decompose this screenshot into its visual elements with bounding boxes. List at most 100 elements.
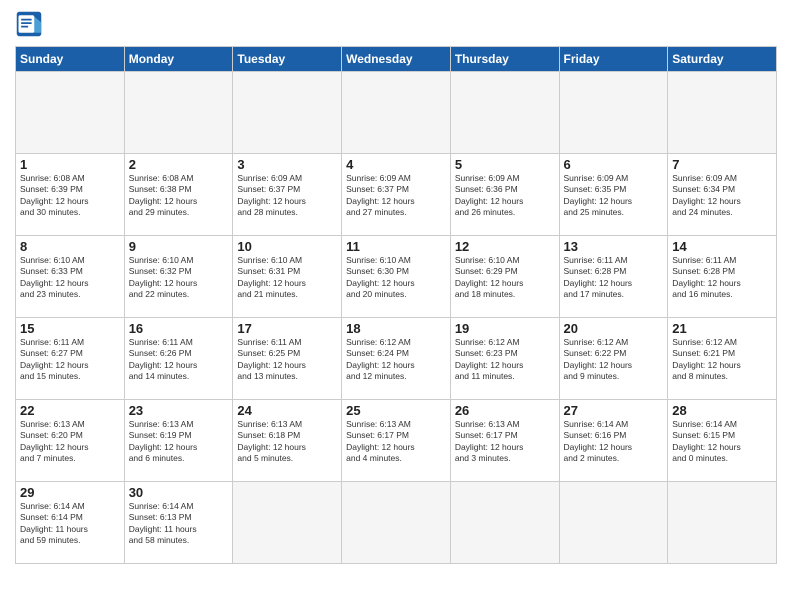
day-number: 29	[20, 485, 120, 500]
day-info: Sunrise: 6:13 AM Sunset: 6:17 PM Dayligh…	[346, 419, 446, 465]
day-cell	[233, 72, 342, 154]
day-cell: 30Sunrise: 6:14 AM Sunset: 6:13 PM Dayli…	[124, 482, 233, 564]
day-info: Sunrise: 6:10 AM Sunset: 6:31 PM Dayligh…	[237, 255, 337, 301]
day-cell: 17Sunrise: 6:11 AM Sunset: 6:25 PM Dayli…	[233, 318, 342, 400]
day-number: 5	[455, 157, 555, 172]
day-cell: 23Sunrise: 6:13 AM Sunset: 6:19 PM Dayli…	[124, 400, 233, 482]
day-cell	[450, 482, 559, 564]
logo	[15, 10, 47, 38]
day-number: 13	[564, 239, 664, 254]
day-number: 30	[129, 485, 229, 500]
day-info: Sunrise: 6:12 AM Sunset: 6:22 PM Dayligh…	[564, 337, 664, 383]
day-info: Sunrise: 6:12 AM Sunset: 6:23 PM Dayligh…	[455, 337, 555, 383]
day-number: 14	[672, 239, 772, 254]
day-info: Sunrise: 6:12 AM Sunset: 6:21 PM Dayligh…	[672, 337, 772, 383]
day-info: Sunrise: 6:11 AM Sunset: 6:26 PM Dayligh…	[129, 337, 229, 383]
day-number: 25	[346, 403, 446, 418]
day-cell: 15Sunrise: 6:11 AM Sunset: 6:27 PM Dayli…	[16, 318, 125, 400]
day-cell: 18Sunrise: 6:12 AM Sunset: 6:24 PM Dayli…	[342, 318, 451, 400]
day-info: Sunrise: 6:14 AM Sunset: 6:14 PM Dayligh…	[20, 501, 120, 547]
day-info: Sunrise: 6:14 AM Sunset: 6:16 PM Dayligh…	[564, 419, 664, 465]
day-cell: 26Sunrise: 6:13 AM Sunset: 6:17 PM Dayli…	[450, 400, 559, 482]
day-number: 26	[455, 403, 555, 418]
header	[15, 10, 777, 38]
day-info: Sunrise: 6:13 AM Sunset: 6:19 PM Dayligh…	[129, 419, 229, 465]
day-cell: 9Sunrise: 6:10 AM Sunset: 6:32 PM Daylig…	[124, 236, 233, 318]
weekday-header-wednesday: Wednesday	[342, 47, 451, 72]
weekday-header-saturday: Saturday	[668, 47, 777, 72]
day-cell: 28Sunrise: 6:14 AM Sunset: 6:15 PM Dayli…	[668, 400, 777, 482]
weekday-header-row: SundayMondayTuesdayWednesdayThursdayFrid…	[16, 47, 777, 72]
weekday-header-sunday: Sunday	[16, 47, 125, 72]
day-info: Sunrise: 6:08 AM Sunset: 6:38 PM Dayligh…	[129, 173, 229, 219]
day-cell: 10Sunrise: 6:10 AM Sunset: 6:31 PM Dayli…	[233, 236, 342, 318]
day-number: 8	[20, 239, 120, 254]
day-number: 27	[564, 403, 664, 418]
day-info: Sunrise: 6:09 AM Sunset: 6:36 PM Dayligh…	[455, 173, 555, 219]
day-info: Sunrise: 6:12 AM Sunset: 6:24 PM Dayligh…	[346, 337, 446, 383]
day-number: 24	[237, 403, 337, 418]
day-info: Sunrise: 6:14 AM Sunset: 6:13 PM Dayligh…	[129, 501, 229, 547]
day-cell: 5Sunrise: 6:09 AM Sunset: 6:36 PM Daylig…	[450, 154, 559, 236]
day-cell: 29Sunrise: 6:14 AM Sunset: 6:14 PM Dayli…	[16, 482, 125, 564]
day-cell: 14Sunrise: 6:11 AM Sunset: 6:28 PM Dayli…	[668, 236, 777, 318]
day-cell	[450, 72, 559, 154]
week-row-0	[16, 72, 777, 154]
weekday-header-tuesday: Tuesday	[233, 47, 342, 72]
day-cell: 24Sunrise: 6:13 AM Sunset: 6:18 PM Dayli…	[233, 400, 342, 482]
day-cell: 16Sunrise: 6:11 AM Sunset: 6:26 PM Dayli…	[124, 318, 233, 400]
day-info: Sunrise: 6:13 AM Sunset: 6:18 PM Dayligh…	[237, 419, 337, 465]
day-number: 17	[237, 321, 337, 336]
day-number: 23	[129, 403, 229, 418]
day-cell	[559, 482, 668, 564]
day-info: Sunrise: 6:10 AM Sunset: 6:33 PM Dayligh…	[20, 255, 120, 301]
day-info: Sunrise: 6:11 AM Sunset: 6:27 PM Dayligh…	[20, 337, 120, 383]
day-number: 2	[129, 157, 229, 172]
day-number: 16	[129, 321, 229, 336]
day-info: Sunrise: 6:09 AM Sunset: 6:37 PM Dayligh…	[346, 173, 446, 219]
day-cell: 12Sunrise: 6:10 AM Sunset: 6:29 PM Dayli…	[450, 236, 559, 318]
day-cell	[668, 72, 777, 154]
day-number: 11	[346, 239, 446, 254]
day-info: Sunrise: 6:10 AM Sunset: 6:29 PM Dayligh…	[455, 255, 555, 301]
day-cell: 25Sunrise: 6:13 AM Sunset: 6:17 PM Dayli…	[342, 400, 451, 482]
day-info: Sunrise: 6:09 AM Sunset: 6:34 PM Dayligh…	[672, 173, 772, 219]
week-row-4: 22Sunrise: 6:13 AM Sunset: 6:20 PM Dayli…	[16, 400, 777, 482]
day-number: 4	[346, 157, 446, 172]
day-cell: 13Sunrise: 6:11 AM Sunset: 6:28 PM Dayli…	[559, 236, 668, 318]
day-info: Sunrise: 6:11 AM Sunset: 6:28 PM Dayligh…	[564, 255, 664, 301]
week-row-1: 1Sunrise: 6:08 AM Sunset: 6:39 PM Daylig…	[16, 154, 777, 236]
day-info: Sunrise: 6:10 AM Sunset: 6:30 PM Dayligh…	[346, 255, 446, 301]
calendar-table: SundayMondayTuesdayWednesdayThursdayFrid…	[15, 46, 777, 564]
day-number: 12	[455, 239, 555, 254]
day-cell: 1Sunrise: 6:08 AM Sunset: 6:39 PM Daylig…	[16, 154, 125, 236]
day-info: Sunrise: 6:10 AM Sunset: 6:32 PM Dayligh…	[129, 255, 229, 301]
week-row-3: 15Sunrise: 6:11 AM Sunset: 6:27 PM Dayli…	[16, 318, 777, 400]
day-cell: 2Sunrise: 6:08 AM Sunset: 6:38 PM Daylig…	[124, 154, 233, 236]
day-cell: 3Sunrise: 6:09 AM Sunset: 6:37 PM Daylig…	[233, 154, 342, 236]
day-cell: 4Sunrise: 6:09 AM Sunset: 6:37 PM Daylig…	[342, 154, 451, 236]
day-cell: 11Sunrise: 6:10 AM Sunset: 6:30 PM Dayli…	[342, 236, 451, 318]
day-cell: 8Sunrise: 6:10 AM Sunset: 6:33 PM Daylig…	[16, 236, 125, 318]
day-number: 15	[20, 321, 120, 336]
day-info: Sunrise: 6:13 AM Sunset: 6:17 PM Dayligh…	[455, 419, 555, 465]
day-number: 10	[237, 239, 337, 254]
day-cell	[559, 72, 668, 154]
day-info: Sunrise: 6:09 AM Sunset: 6:37 PM Dayligh…	[237, 173, 337, 219]
day-info: Sunrise: 6:09 AM Sunset: 6:35 PM Dayligh…	[564, 173, 664, 219]
day-info: Sunrise: 6:11 AM Sunset: 6:28 PM Dayligh…	[672, 255, 772, 301]
day-cell	[342, 72, 451, 154]
day-number: 18	[346, 321, 446, 336]
logo-icon	[15, 10, 43, 38]
day-number: 3	[237, 157, 337, 172]
day-cell: 6Sunrise: 6:09 AM Sunset: 6:35 PM Daylig…	[559, 154, 668, 236]
day-cell: 21Sunrise: 6:12 AM Sunset: 6:21 PM Dayli…	[668, 318, 777, 400]
day-number: 28	[672, 403, 772, 418]
weekday-header-monday: Monday	[124, 47, 233, 72]
day-cell	[668, 482, 777, 564]
weekday-header-thursday: Thursday	[450, 47, 559, 72]
day-number: 22	[20, 403, 120, 418]
day-cell: 19Sunrise: 6:12 AM Sunset: 6:23 PM Dayli…	[450, 318, 559, 400]
day-cell	[16, 72, 125, 154]
day-cell: 7Sunrise: 6:09 AM Sunset: 6:34 PM Daylig…	[668, 154, 777, 236]
